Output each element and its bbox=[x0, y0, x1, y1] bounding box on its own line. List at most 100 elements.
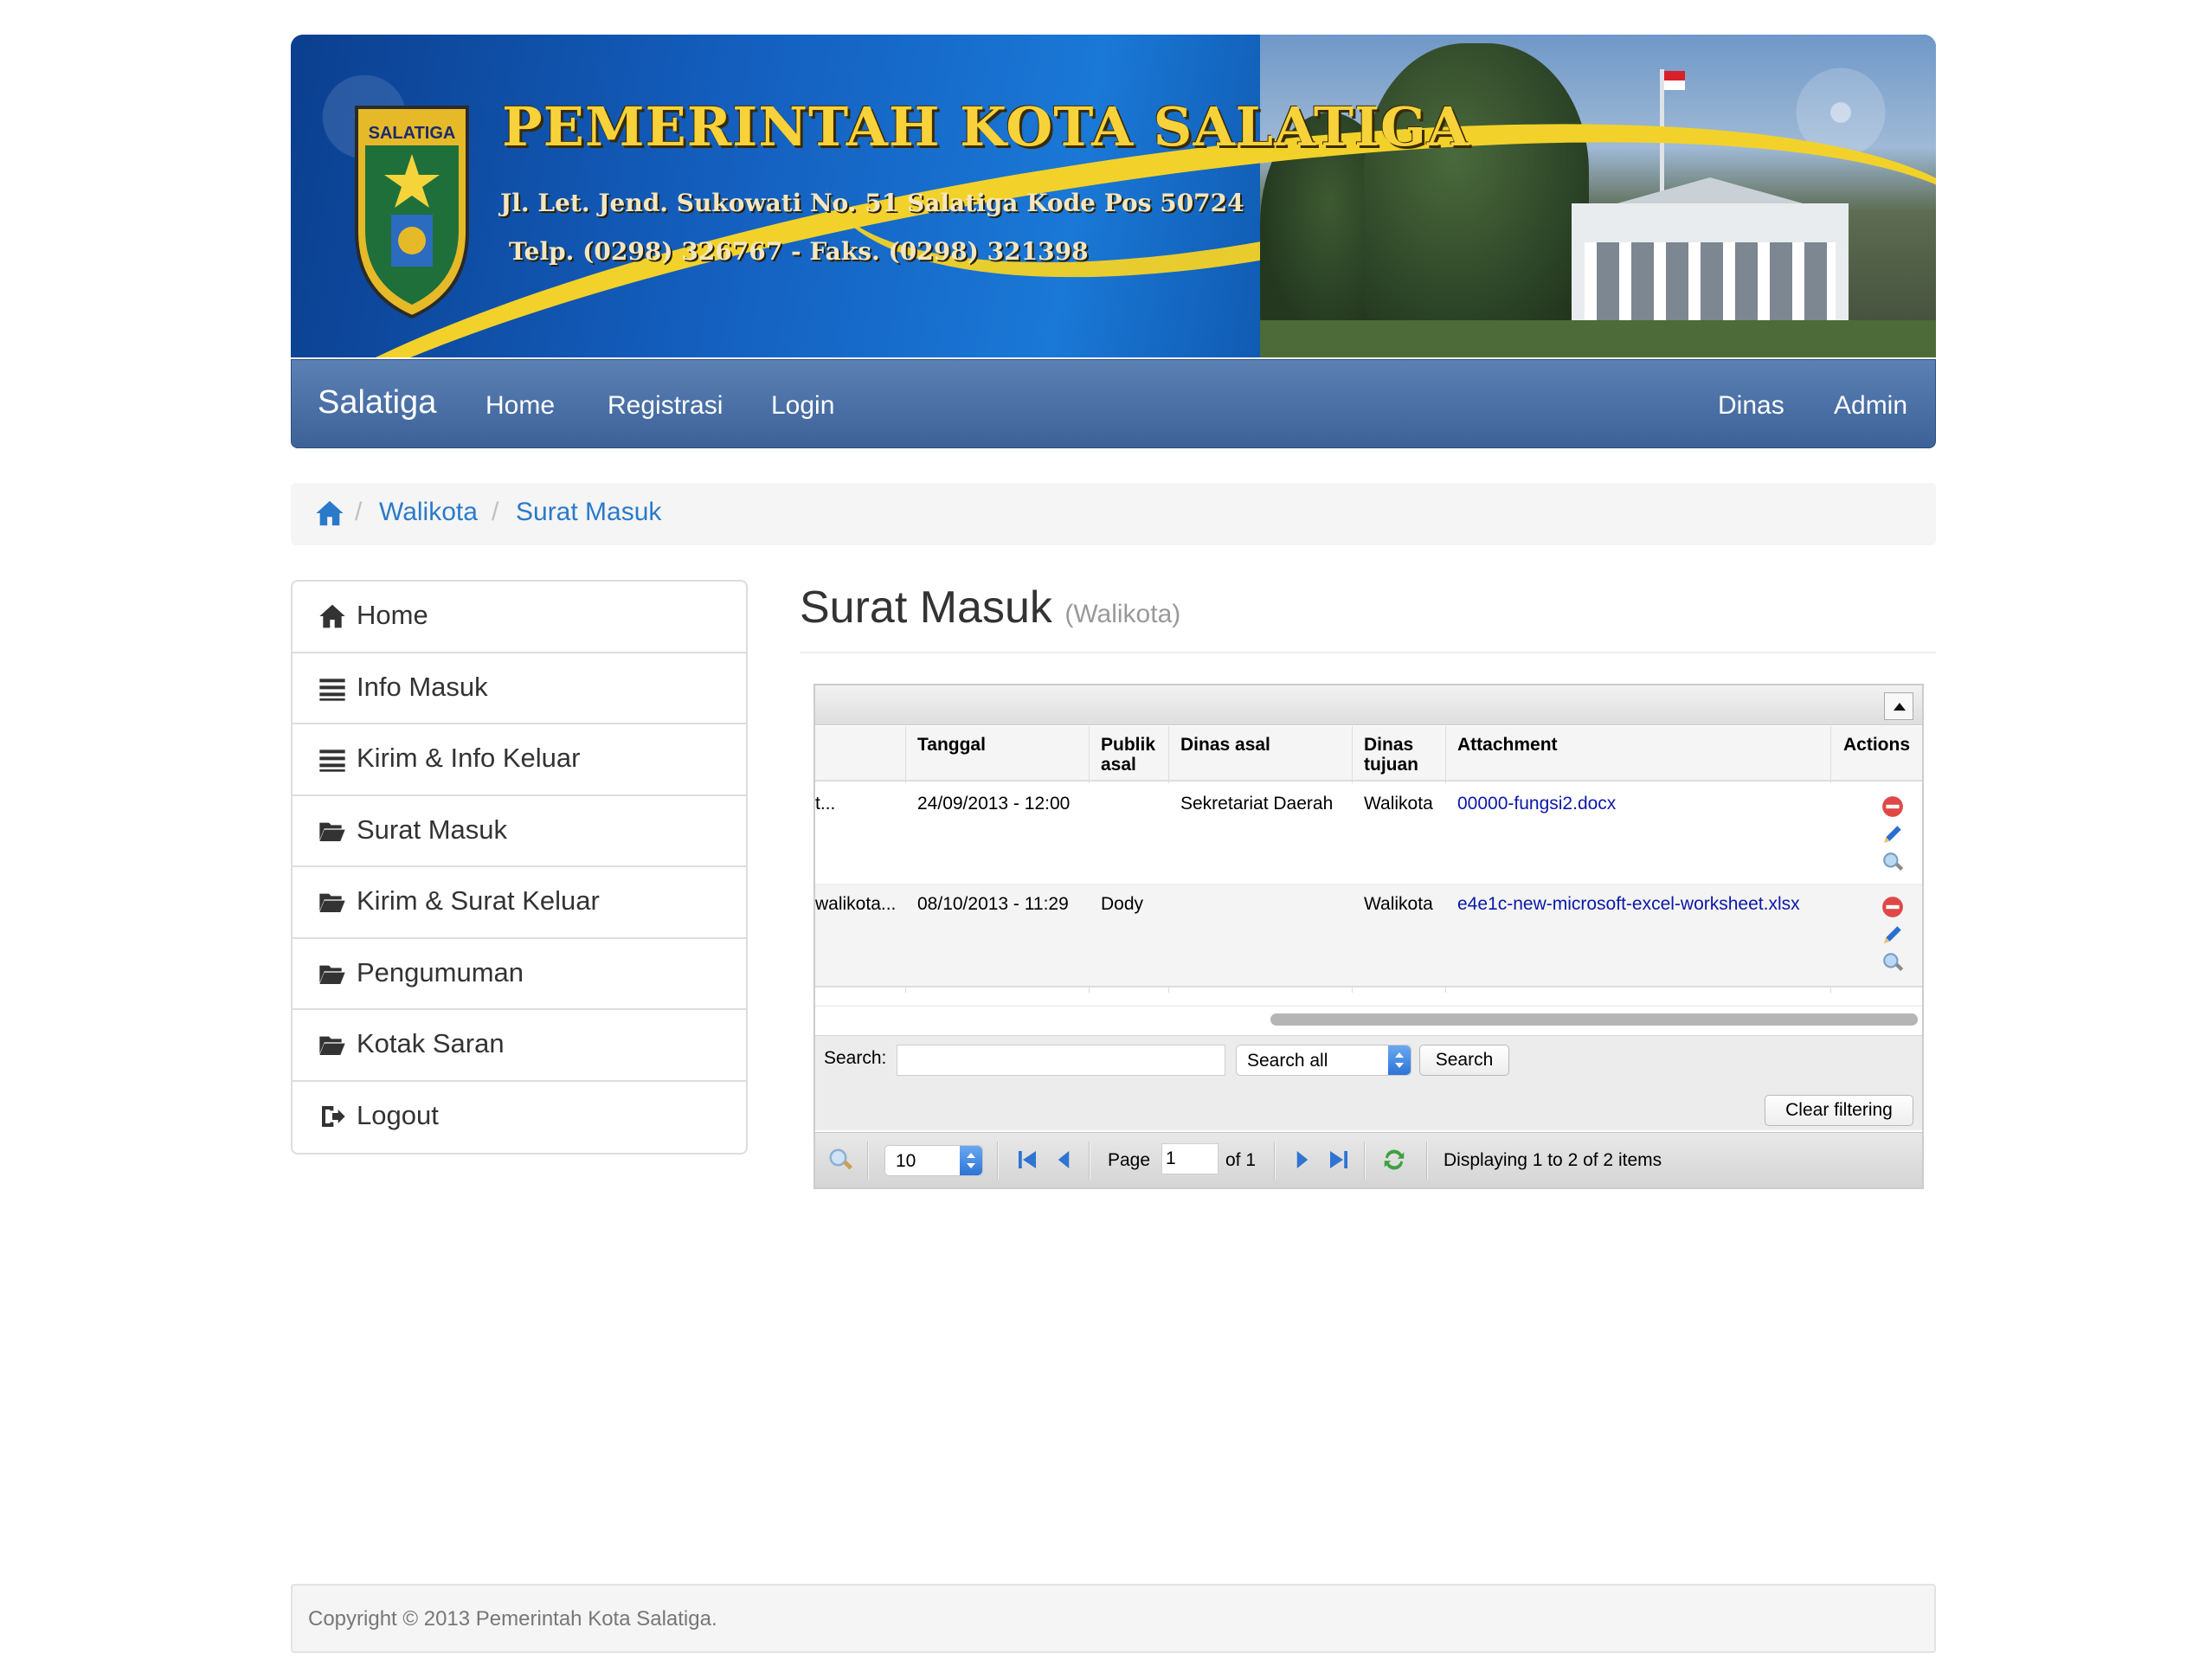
sidebar-item-home[interactable]: Home bbox=[293, 582, 746, 653]
breadcrumb-separator: / bbox=[355, 498, 363, 526]
logout-icon bbox=[322, 1105, 345, 1127]
sidebar-item-logout[interactable]: Logout bbox=[293, 1082, 746, 1154]
home-icon[interactable] bbox=[315, 499, 344, 528]
pagination-bar: 10 Page of 1 Displaying 1 to 2 of 2 item… bbox=[815, 1132, 1922, 1187]
sidebar-item-pengumuman[interactable]: Pengumuman bbox=[293, 939, 746, 1010]
table-row[interactable]: t... 24/09/2013 - 12:00 Sekretariat Daer… bbox=[815, 783, 1922, 884]
cell-dinas-tujuan: Walikota bbox=[1364, 794, 1433, 814]
pager-status: Displaying 1 to 2 of 2 items bbox=[1444, 1150, 1662, 1170]
breadcrumb-surat-masuk[interactable]: Surat Masuk bbox=[516, 498, 661, 527]
sidebar-item-surat-masuk[interactable]: Surat Masuk bbox=[293, 796, 746, 867]
col-header-dinas-asal[interactable]: Dinas asal bbox=[1180, 735, 1270, 755]
sidebar-item-label: Logout bbox=[357, 1099, 439, 1130]
delete-icon[interactable] bbox=[1881, 896, 1904, 918]
sidebar-item-kotak-saran[interactable]: Kotak Saran bbox=[293, 1010, 746, 1082]
page-number-input[interactable] bbox=[1161, 1143, 1219, 1174]
attachment-link[interactable]: e4e1c-new-microsoft-excel-worksheet.xlsx bbox=[1457, 894, 1800, 915]
top-navbar: Salatiga Home Registrasi Login Dinas Adm… bbox=[291, 359, 1936, 448]
search-scope-select[interactable]: Search all bbox=[1236, 1045, 1411, 1076]
banner-phone: Telp. (0298) 326767 - Faks. (0298) 32139… bbox=[509, 237, 1089, 266]
nav-registrasi[interactable]: Registrasi bbox=[608, 391, 723, 421]
select-arrows-icon bbox=[1388, 1045, 1411, 1075]
col-header-actions: Actions bbox=[1843, 735, 1911, 755]
sidebar-item-label: Info Masuk bbox=[357, 671, 488, 702]
table-row[interactable]: walikota... 08/10/2013 - 11:29 Dody Wali… bbox=[815, 885, 1922, 986]
page-footer: Copyright © 2013 Pemerintah Kota Salatig… bbox=[291, 1584, 1936, 1653]
navbar-brand[interactable]: Salatiga bbox=[318, 384, 436, 421]
cell-dinas-asal: Sekretariat Daerah bbox=[1180, 794, 1334, 814]
search-label: Search: bbox=[824, 1048, 887, 1068]
search-icon[interactable] bbox=[827, 1147, 853, 1173]
pager-separator bbox=[1274, 1142, 1276, 1180]
cell-tanggal: 24/09/2013 - 12:00 bbox=[917, 794, 1071, 814]
cell-dinas-tujuan: Walikota bbox=[1364, 894, 1433, 914]
col-header-attachment[interactable]: Attachment bbox=[1457, 735, 1558, 755]
clear-filtering-button[interactable]: Clear filtering bbox=[1765, 1095, 1913, 1126]
page-title-text: Surat Masuk bbox=[800, 582, 1052, 633]
col-header-line: asal bbox=[1101, 755, 1136, 775]
page-size-select[interactable]: 10 bbox=[884, 1145, 983, 1176]
breadcrumb-walikota[interactable]: Walikota bbox=[379, 498, 478, 527]
view-icon[interactable] bbox=[1881, 951, 1904, 974]
page-of-label: of 1 bbox=[1225, 1150, 1257, 1170]
cell-publik-asal: Dody bbox=[1101, 894, 1144, 914]
page-title: Surat Masuk (Walikota) bbox=[800, 582, 1180, 634]
col-header-dinas-tujuan[interactable]: Dinas tujuan bbox=[1364, 735, 1418, 775]
sidebar-item-label: Pengumuman bbox=[357, 956, 524, 987]
breadcrumb: / Walikota / Surat Masuk bbox=[291, 483, 1936, 545]
col-header-line: tujuan bbox=[1364, 755, 1418, 775]
last-page-icon[interactable] bbox=[1326, 1147, 1352, 1173]
city-crest-logo: SALATIGA bbox=[355, 106, 469, 319]
scrollbar-thumb[interactable] bbox=[1270, 1013, 1918, 1026]
sidebar-item-kirim-info-keluar[interactable]: Kirim & Info Keluar bbox=[293, 724, 746, 796]
edit-icon[interactable] bbox=[1881, 823, 1904, 846]
search-bar: Search: Search all Search Clear filterin… bbox=[815, 1035, 1922, 1130]
delete-icon[interactable] bbox=[1881, 795, 1904, 818]
col-header-line: Publik bbox=[1101, 735, 1156, 755]
next-page-icon[interactable] bbox=[1289, 1147, 1315, 1173]
edit-icon[interactable] bbox=[1881, 923, 1904, 946]
horizontal-scrollbar[interactable] bbox=[815, 1006, 1922, 1032]
nav-home[interactable]: Home bbox=[485, 391, 555, 421]
cell-truncated: walikota... bbox=[815, 894, 897, 914]
pager-separator bbox=[867, 1142, 869, 1180]
pager-separator bbox=[997, 1142, 999, 1180]
col-header-publik-asal[interactable]: Publik asal bbox=[1101, 735, 1155, 775]
folder-open-icon bbox=[319, 893, 345, 912]
sidebar-menu: Home Info Masuk Kirim & Info Keluar Sura… bbox=[291, 580, 748, 1155]
col-header-line: Dinas bbox=[1364, 735, 1414, 755]
title-divider bbox=[800, 652, 1936, 653]
cell-truncated: t... bbox=[815, 794, 836, 814]
page-label: Page bbox=[1108, 1150, 1151, 1170]
site-banner: SALATIGA PEMERINTAH KOTA SALATIGA Jl. Le… bbox=[291, 35, 1936, 357]
collapse-toggle-button[interactable] bbox=[1884, 692, 1913, 720]
sidebar-item-info-masuk[interactable]: Info Masuk bbox=[293, 653, 746, 724]
refresh-icon[interactable] bbox=[1381, 1147, 1407, 1173]
attachment-link[interactable]: 00000-fungsi2.docx bbox=[1457, 794, 1616, 814]
nav-admin[interactable]: Admin bbox=[1834, 391, 1907, 421]
sidebar-item-kirim-surat-keluar[interactable]: Kirim & Surat Keluar bbox=[293, 867, 746, 939]
search-button[interactable]: Search bbox=[1419, 1045, 1509, 1076]
sidebar-item-label: Kotak Saran bbox=[357, 1028, 505, 1058]
sidebar-item-label: Surat Masuk bbox=[357, 814, 508, 845]
search-input[interactable] bbox=[897, 1045, 1225, 1076]
folder-open-icon bbox=[319, 965, 345, 984]
copyright-text: Copyright © 2013 Pemerintah Kota Salatig… bbox=[308, 1607, 717, 1631]
banner-address: Jl. Let. Jend. Sukowati No. 51 Salatiga … bbox=[500, 189, 1244, 217]
list-icon bbox=[319, 749, 345, 772]
nav-login[interactable]: Login bbox=[771, 391, 834, 421]
sidebar-item-label: Kirim & Surat Keluar bbox=[357, 885, 600, 916]
previous-page-icon[interactable] bbox=[1051, 1147, 1077, 1173]
pager-separator bbox=[1426, 1142, 1428, 1180]
home-icon bbox=[319, 604, 345, 628]
first-page-icon[interactable] bbox=[1014, 1147, 1040, 1173]
list-icon bbox=[319, 678, 345, 701]
col-header-tanggal[interactable]: Tanggal bbox=[917, 735, 986, 755]
view-icon[interactable] bbox=[1881, 851, 1904, 873]
sidebar-item-label: Home bbox=[357, 600, 428, 630]
surat-masuk-grid: Tanggal Publik asal Dinas asal Dinas tuj… bbox=[813, 684, 1924, 1189]
flag-icon bbox=[1664, 71, 1685, 90]
search-scope-value: Search all bbox=[1247, 1051, 1328, 1071]
nav-dinas[interactable]: Dinas bbox=[1718, 391, 1784, 421]
cell-tanggal: 08/10/2013 - 11:29 bbox=[917, 894, 1069, 914]
